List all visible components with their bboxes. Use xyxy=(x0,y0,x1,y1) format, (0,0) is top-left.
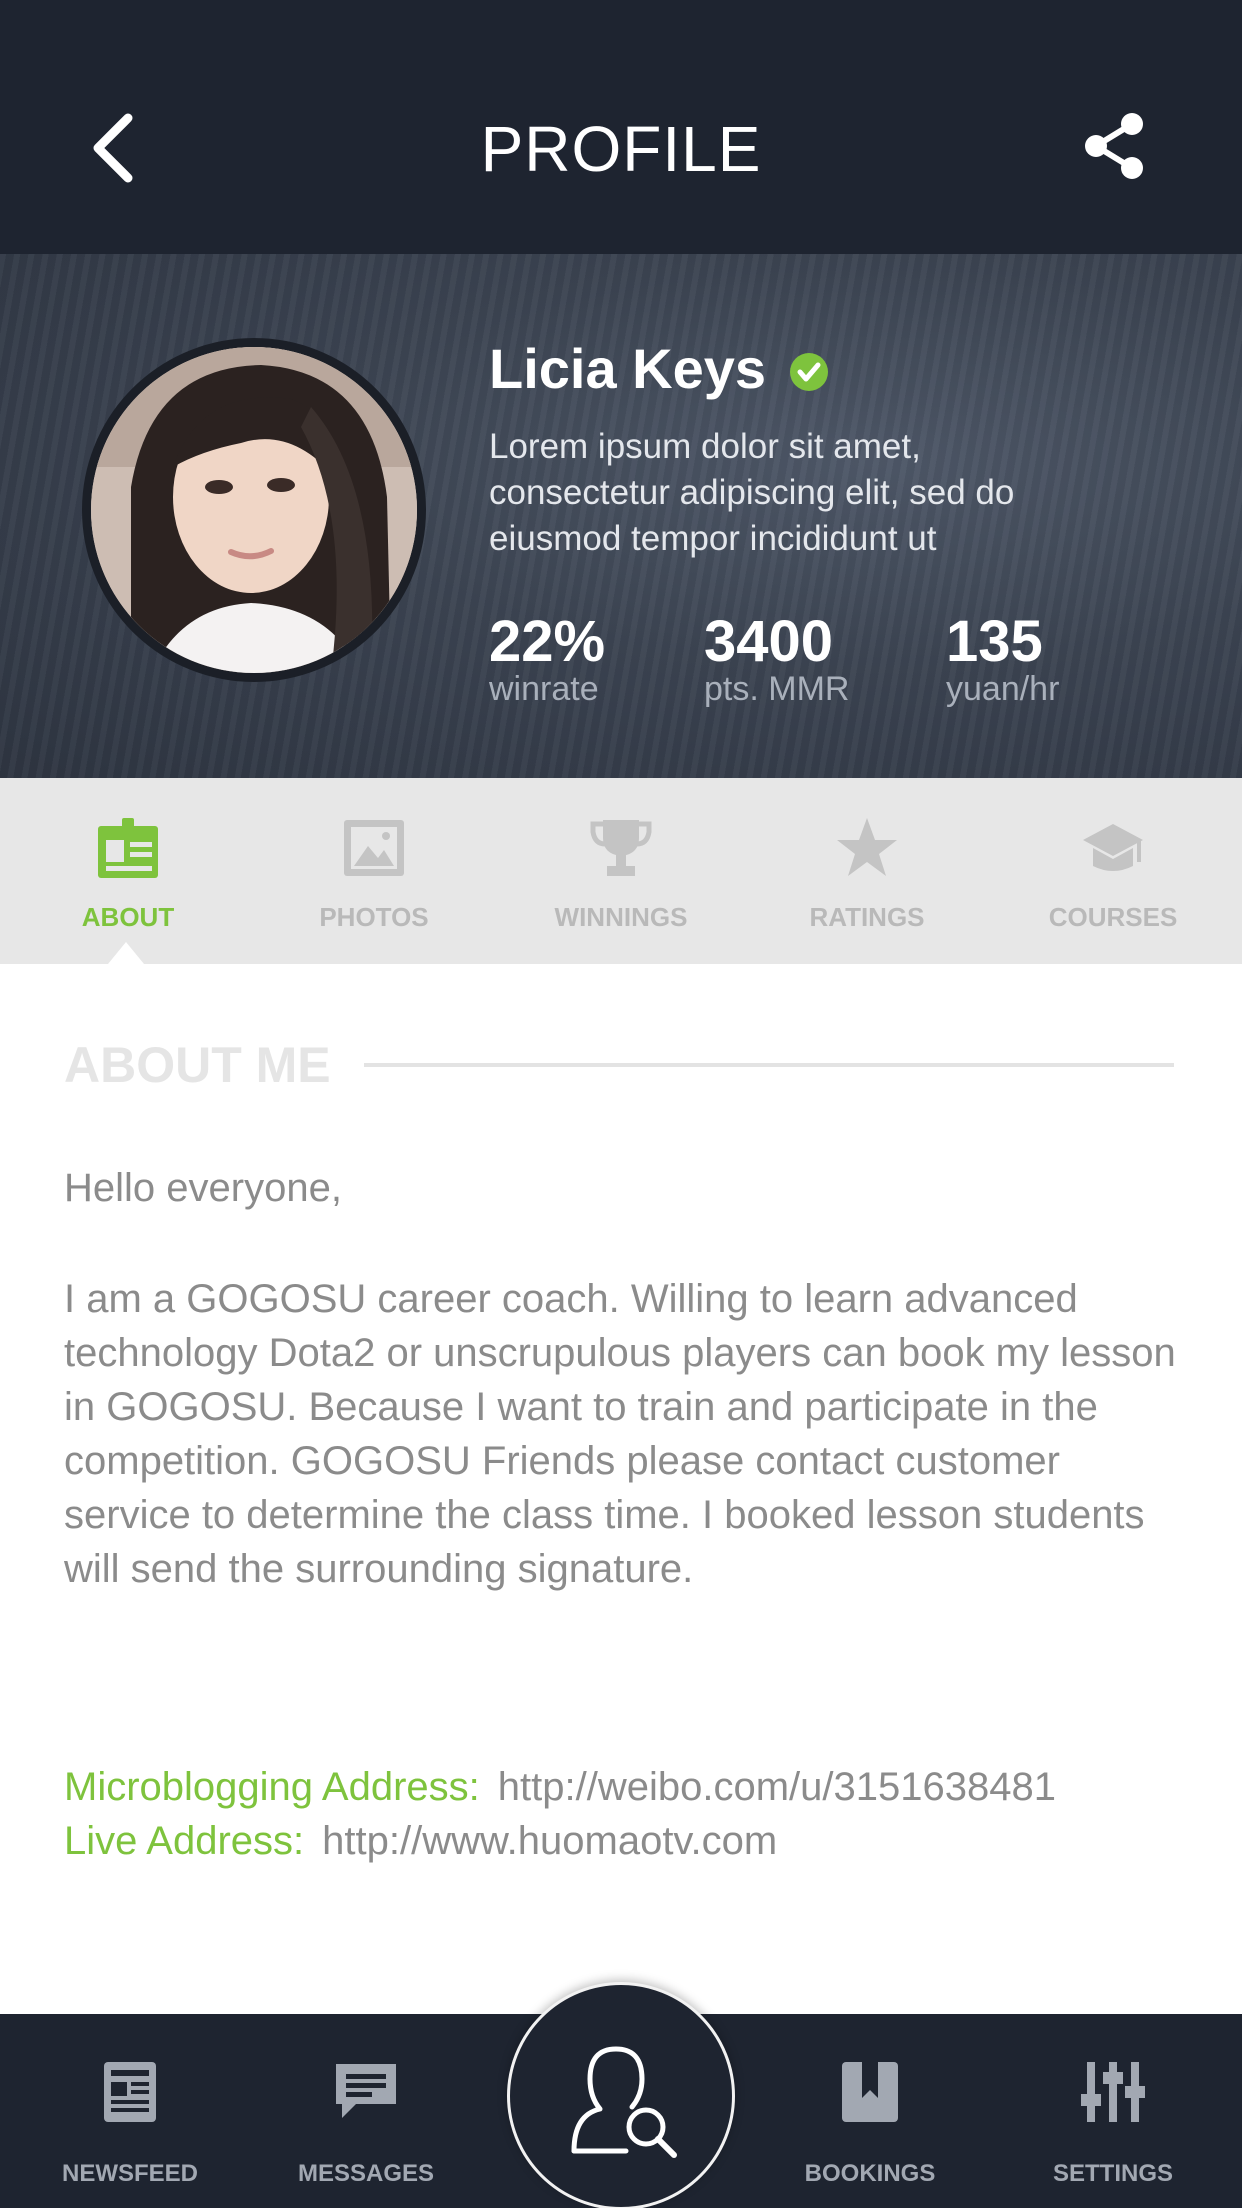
nav-settings[interactable]: SETTINGS xyxy=(1013,2014,1213,2208)
stat-label: pts. MMR xyxy=(704,670,850,708)
nav-bookings[interactable]: BOOKINGS xyxy=(770,2014,970,2208)
live-address-row: Live Address: http://www.huomaotv.com xyxy=(64,1814,777,1868)
profile-tabs: ABOUT PHOTOS WINNINGS RATINGS COURSES xyxy=(0,778,1242,964)
nav-newsfeed[interactable]: NEWSFEED xyxy=(30,2014,230,2208)
page-title: PROFILE xyxy=(480,113,762,185)
photo-icon xyxy=(344,820,404,876)
profile-card-icon xyxy=(98,818,158,878)
profile-bio: Lorem ipsum dolor sit amet, consectetur … xyxy=(489,427,1015,558)
profile-name-row: Licia Keys xyxy=(489,336,829,401)
tab-photos[interactable]: PHOTOS xyxy=(250,778,498,964)
profile-name: Licia Keys xyxy=(489,337,767,400)
tab-ratings[interactable]: RATINGS xyxy=(743,778,991,964)
tab-winnings[interactable]: WINNINGS xyxy=(497,778,745,964)
stat-label: yuan/hr xyxy=(946,670,1060,708)
stat-value: 135 xyxy=(946,609,1043,674)
sliders-icon xyxy=(1081,2062,1145,2122)
tab-label: PHOTOS xyxy=(319,902,429,932)
user-search-icon xyxy=(571,2046,677,2158)
bookmark-icon xyxy=(842,2062,898,2122)
stat-value: 3400 xyxy=(704,609,834,674)
about-greeting: Hello everyone, xyxy=(64,1166,342,1210)
stat-winrate: 22% winrate xyxy=(489,609,606,708)
tab-label: COURSES xyxy=(1048,902,1178,932)
address-label: Live Address: xyxy=(64,1819,305,1863)
section-heading: ABOUT ME xyxy=(64,1037,331,1093)
tab-about[interactable]: ABOUT xyxy=(4,778,252,964)
avatar[interactable] xyxy=(82,338,426,682)
stat-value: 22% xyxy=(489,609,606,674)
address-label: Microblogging Address: xyxy=(64,1765,480,1809)
tab-label: ABOUT xyxy=(81,902,175,932)
stat-label: winrate xyxy=(489,670,599,708)
tab-label: RATINGS xyxy=(809,902,925,932)
live-link[interactable]: http://www.huomaotv.com xyxy=(322,1819,777,1863)
verified-check-icon xyxy=(790,352,829,391)
trophy-icon xyxy=(590,820,652,876)
nav-messages[interactable]: MESSAGES xyxy=(266,2014,466,2208)
microblog-link[interactable]: http://weibo.com/u/3151638481 xyxy=(498,1765,1056,1809)
top-app-bar: PROFILE xyxy=(0,0,1242,254)
nav-label: MESSAGES xyxy=(297,2160,435,2187)
stat-mmr: 3400 pts. MMR xyxy=(704,609,850,708)
profile-hero: Licia Keys Lorem ipsum dolor sit amet, c… xyxy=(0,254,1242,778)
avatar-photo xyxy=(91,347,417,673)
microblog-address-row: Microblogging Address: http://weibo.com/u… xyxy=(64,1760,1056,1814)
newspaper-icon xyxy=(104,2062,156,2122)
graduation-cap-icon xyxy=(1083,824,1143,871)
nav-label: NEWSFEED xyxy=(61,2160,198,2187)
about-text: I am a GOGOSU career coach. Willing to l… xyxy=(64,1277,1176,1591)
nav-label: BOOKINGS xyxy=(804,2160,936,2187)
chat-icon xyxy=(336,2064,396,2118)
section-divider xyxy=(364,1063,1174,1067)
share-icon[interactable] xyxy=(1082,112,1146,180)
tab-courses[interactable]: COURSES xyxy=(989,778,1237,964)
stat-rate: 135 yuan/hr xyxy=(946,609,1060,708)
find-coach-button[interactable] xyxy=(507,1982,735,2208)
tab-label: WINNINGS xyxy=(554,902,688,932)
nav-label: SETTINGS xyxy=(1052,2160,1173,2187)
star-icon xyxy=(837,818,897,876)
active-tab-indicator xyxy=(108,942,144,964)
